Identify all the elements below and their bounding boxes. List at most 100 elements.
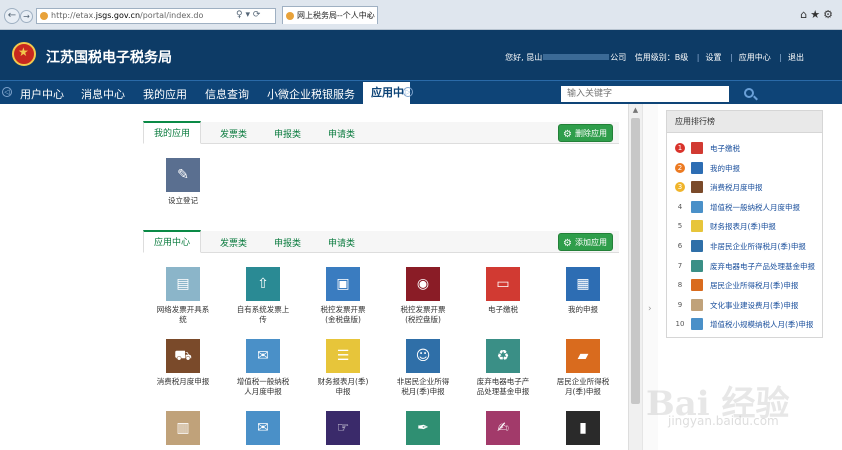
nav-small-business-service[interactable]: 小微企业税银服务 xyxy=(267,86,355,102)
ranking-item-label[interactable]: 消费税月度申报 xyxy=(710,182,763,193)
app-tile[interactable]: ⛟ 消费税月度申报 xyxy=(145,339,221,387)
ranking-item-label[interactable]: 财务报表月(季)申报 xyxy=(710,221,776,232)
app-tile[interactable]: ♻ 废弃电器电子产 品处理基金申报 xyxy=(465,339,541,397)
app-tile[interactable]: ▣ 税控发票开票 (金税盘版) xyxy=(305,267,381,325)
tab-declaration[interactable]: 申报类 xyxy=(274,236,301,249)
pen-icon: ✒ xyxy=(406,411,440,445)
ranking-item[interactable]: 8 居民企业所得税月(季)申报 xyxy=(675,278,823,292)
app-tile[interactable]: ✍ xyxy=(465,411,541,449)
ticket-icon: ✉ xyxy=(246,411,280,445)
app-center-tabs: 应用中心 发票类 申报类 申请类 ⚙ 添加应用 xyxy=(143,230,619,253)
tab-application[interactable]: 申请类 xyxy=(328,236,355,249)
person-icon: ☺ xyxy=(406,339,440,373)
search-icon[interactable] xyxy=(744,88,754,98)
address-tools[interactable]: ♀ ▾ ⟳ xyxy=(236,8,260,24)
app-tile[interactable]: ☰ 财务报表月(季) 申报 xyxy=(305,339,381,397)
ranking-item-label[interactable]: 增值税小规模纳税人月(季)申报 xyxy=(710,319,813,330)
logout-link[interactable]: 退出 xyxy=(788,53,804,62)
ranking-item[interactable]: 1 电子缴税 xyxy=(675,141,823,155)
nav-message-center[interactable]: 消息中心 xyxy=(81,86,125,102)
ranking-item[interactable]: 3 消费税月度申报 xyxy=(675,180,823,194)
home-star-gear-icons[interactable]: ⌂★⚙ xyxy=(800,8,836,21)
rank-number: 4 xyxy=(677,202,683,211)
app-label: 自有系统发票上 传 xyxy=(236,305,290,324)
content-scrollbar[interactable]: ▲ xyxy=(628,104,642,450)
app-label: 电子缴税 xyxy=(488,305,518,314)
nav-info-query[interactable]: 信息查询 xyxy=(205,86,249,102)
ranking-item-label[interactable]: 文化事业建设费月(季)申报 xyxy=(710,300,798,311)
tab-declaration[interactable]: 申报类 xyxy=(274,127,301,140)
tab-favicon-icon xyxy=(286,12,294,20)
tab-app-center[interactable]: 应用中心 xyxy=(143,230,202,253)
site-favicon-icon xyxy=(40,12,48,20)
tab-invoice[interactable]: 发票类 xyxy=(220,127,247,140)
rank-number: 9 xyxy=(677,300,683,309)
app-tile[interactable]: ✒ xyxy=(385,411,461,449)
report-icon: ☰ xyxy=(326,339,360,373)
ranking-item[interactable]: 10 增值税小规模纳税人月(季)申报 xyxy=(675,317,823,331)
app-tile[interactable]: ✉ xyxy=(225,411,301,449)
rank-number: 1 xyxy=(675,143,685,153)
rank-number: 3 xyxy=(675,182,685,193)
hand-icon: ☞ xyxy=(326,411,360,445)
tab-my-apps[interactable]: 我的应用 xyxy=(143,121,202,144)
app-tile[interactable]: ✉ 增值税一般纳税 人月度申报 xyxy=(225,339,301,397)
ranking-item-label[interactable]: 增值税一般纳税人月度申报 xyxy=(710,202,800,213)
tab-close-icon[interactable]: × xyxy=(366,7,373,25)
collapse-arrow-icon[interactable]: › xyxy=(648,304,652,314)
scroll-up-icon[interactable]: ▲ xyxy=(631,106,640,115)
ranking-item-label[interactable]: 居民企业所得税月(季)申报 xyxy=(710,280,798,291)
app-tile[interactable]: ▥ xyxy=(145,411,221,449)
scroll-thumb[interactable] xyxy=(631,118,640,404)
app-ranking-panel: 应用排行榜 1 电子缴税 2 我的申报 3 消费税月度申报 4 增值税一般纳税人月度申报 5 财务… xyxy=(666,110,823,338)
app-label: 居民企业所得税 月(季)申报 xyxy=(556,377,610,396)
app-tile[interactable]: ▮ xyxy=(545,411,621,449)
company-suffix: 公司 xyxy=(610,53,627,62)
app-tile[interactable]: ▰ 居民企业所得税 月(季)申报 xyxy=(545,339,621,397)
ranking-item-label[interactable]: 电子缴税 xyxy=(710,143,740,154)
ranking-item[interactable]: 4 增值税一般纳税人月度申报 xyxy=(675,200,823,214)
app-tile[interactable]: ⇧ 自有系统发票上 传 xyxy=(225,267,301,325)
ranking-item-label[interactable]: 废弃电器电子产品处理基金申报 xyxy=(710,261,815,272)
app-mini-icon xyxy=(691,142,703,154)
url-path: /portal/index.do xyxy=(140,11,204,20)
browser-tab[interactable]: 网上税务局--个人中心 × xyxy=(282,6,378,24)
app-label: 税控发票开票 (税控盘版) xyxy=(400,305,446,324)
app-mini-icon xyxy=(691,279,703,292)
rank-number: 7 xyxy=(677,261,683,270)
equalizer-icon: ▮ xyxy=(566,411,600,445)
edit-doc-icon: ✍ xyxy=(486,411,520,445)
search-input[interactable] xyxy=(561,86,729,102)
app-center-panel: 应用中心 发票类 申报类 申请类 ⚙ 添加应用 ▤ 网络发票开具系 统 ⇧ 自有系统发票… xyxy=(143,230,619,445)
settings-link[interactable]: 设置 xyxy=(706,53,722,62)
ranking-item[interactable]: 5 财务报表月(季)申报 xyxy=(675,219,823,233)
delete-app-label: 删除应用 xyxy=(575,129,607,138)
forward-button[interactable]: → xyxy=(20,10,33,23)
ranking-item-label[interactable]: 非居民企业所得税月(季)申报 xyxy=(710,241,806,252)
ranking-item[interactable]: 9 文化事业建设费月(季)申报 xyxy=(675,298,823,312)
app-tile-registration[interactable]: ✎ 设立登记 xyxy=(145,158,221,206)
national-emblem-icon xyxy=(12,42,36,66)
tab-invoice[interactable]: 发票类 xyxy=(220,236,247,249)
ranking-item[interactable]: 7 废弃电器电子产品处理基金申报 xyxy=(675,259,823,273)
app-tile[interactable]: ▭ 电子缴税 xyxy=(465,267,541,315)
app-mini-icon xyxy=(691,318,703,331)
nav-user-center[interactable]: 用户中心 xyxy=(20,86,64,102)
app-tile[interactable]: ◉ 税控发票开票 (税控盘版) xyxy=(385,267,461,325)
delete-app-button[interactable]: ⚙ 删除应用 xyxy=(558,124,613,142)
ranking-item[interactable]: 6 非居民企业所得税月(季)申报 xyxy=(675,239,823,253)
nav-my-apps[interactable]: 我的应用 xyxy=(143,86,187,102)
nav-left-arrow-icon[interactable]: ◁ xyxy=(2,87,12,97)
tab-application[interactable]: 申请类 xyxy=(328,127,355,140)
add-app-button[interactable]: ⚙ 添加应用 xyxy=(558,233,613,251)
back-button[interactable]: ← xyxy=(4,8,20,24)
app-tile[interactable]: ☺ 非居民企业所得 税月(季)申报 xyxy=(385,339,461,397)
nav-right-arrow-icon[interactable]: ▷ xyxy=(403,87,413,97)
app-center-link[interactable]: 应用中心 xyxy=(739,53,771,62)
ranking-item[interactable]: 2 我的申报 xyxy=(675,161,823,175)
app-tile[interactable]: ☞ xyxy=(305,411,381,449)
app-tile[interactable]: ▦ 我的申报 xyxy=(545,267,621,315)
add-app-label: 添加应用 xyxy=(575,238,607,247)
app-tile[interactable]: ▤ 网络发票开具系 统 xyxy=(145,267,221,325)
ranking-item-label[interactable]: 我的申报 xyxy=(710,163,740,174)
